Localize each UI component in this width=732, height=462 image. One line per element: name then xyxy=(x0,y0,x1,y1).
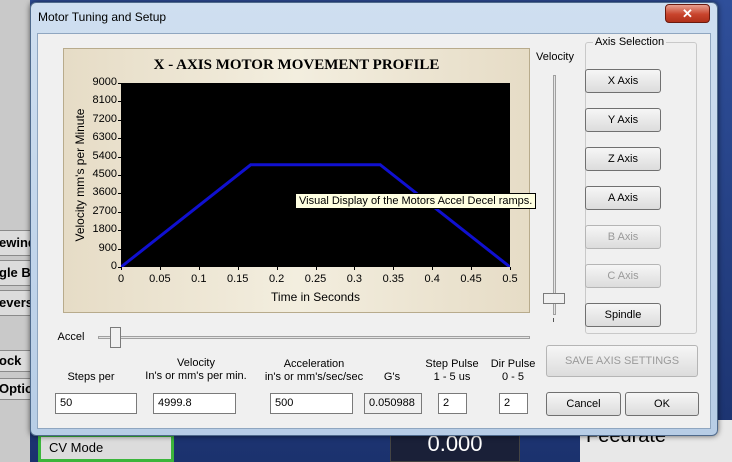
step-pulse-input[interactable]: 2 xyxy=(438,393,467,414)
velocity-profile-line xyxy=(121,163,510,267)
velocity-label: Velocity In's or mm's per min. xyxy=(143,357,249,383)
x-tick-mark xyxy=(237,267,239,270)
accel-slider-track xyxy=(98,336,530,339)
y-tick-mark xyxy=(118,119,121,121)
step-pulse-label-line1: Step Pulse xyxy=(425,358,479,370)
acceleration-label-line2: in's or mm's/sec/sec xyxy=(264,371,364,383)
y-tick-mark xyxy=(118,211,121,213)
accel-slider-thumb[interactable] xyxy=(110,327,121,348)
y-tick-label: 4500 xyxy=(92,168,117,180)
x-tick-mark xyxy=(393,267,395,270)
chart-xlabel: Time in Seconds xyxy=(271,290,360,304)
x-tick-label: 0.5 xyxy=(502,273,518,285)
x-axis-button[interactable]: X Axis xyxy=(585,69,661,93)
x-tick-mark xyxy=(315,267,317,270)
acceleration-label: Acceleration in's or mm's/sec/sec xyxy=(257,358,371,384)
steps-per-input[interactable]: 50 xyxy=(55,393,137,414)
save-axis-settings-button[interactable]: SAVE AXIS SETTINGS xyxy=(546,345,698,377)
x-tick-label: 0.35 xyxy=(382,273,404,285)
y-tick-mark xyxy=(118,156,121,158)
close-icon: ✕ xyxy=(682,6,693,21)
x-tick-label: 0.3 xyxy=(346,273,363,285)
background-button-reverse[interactable]: evers xyxy=(0,290,34,316)
c-axis-button[interactable]: C Axis xyxy=(585,264,661,288)
y-tick-mark xyxy=(118,230,121,232)
y-tick-label: 5400 xyxy=(92,149,117,162)
y-tick-mark xyxy=(118,83,121,84)
step-pulse-label: Step Pulse 1 - 5 us xyxy=(421,358,483,384)
x-tick-label: 0.25 xyxy=(304,273,327,285)
velocity-label-line2: In's or mm's per min. xyxy=(145,370,247,382)
background-button-block-delete[interactable]: ock xyxy=(0,350,34,372)
velocity-slider-track xyxy=(553,75,556,315)
x-tick-label: 0 xyxy=(117,273,125,285)
axis-selection-title: Axis Selection xyxy=(593,36,667,48)
velocity-slider-tick xyxy=(553,318,554,322)
chart-svg xyxy=(121,163,510,267)
step-pulse-label-line2: 1 - 5 us xyxy=(433,371,471,383)
velocity-input[interactable]: 4999.8 xyxy=(153,393,236,414)
y-tick-mark xyxy=(118,101,121,103)
y-tick-mark xyxy=(118,138,121,140)
y-tick-label: 900 xyxy=(98,241,117,254)
background-cv-mode[interactable]: CV Mode xyxy=(38,434,174,462)
acceleration-label-line1: Acceleration xyxy=(283,358,345,370)
gs-value: 0.050988 xyxy=(364,393,422,414)
cancel-button[interactable]: Cancel xyxy=(546,392,621,416)
x-tick-label: 0.2 xyxy=(268,273,285,285)
chart-tooltip: Visual Display of the Motors Accel Decel… xyxy=(295,193,537,209)
close-button[interactable]: ✕ xyxy=(665,4,710,23)
y-tick-mark xyxy=(118,175,121,176)
y-tick-label: 3600 xyxy=(92,186,117,199)
y-tick-label: 0 xyxy=(110,260,117,272)
gs-label: G's xyxy=(383,371,401,383)
x-tick-mark xyxy=(198,267,200,270)
y-tick-label: 9000 xyxy=(92,76,117,88)
dir-pulse-label-line2: 0 - 5 xyxy=(501,371,524,383)
dialog-title: Motor Tuning and Setup xyxy=(38,10,167,24)
x-tick-mark xyxy=(354,267,356,270)
y-tick-label: 6300 xyxy=(92,131,117,144)
background-button-optional-stop[interactable]: Optio xyxy=(0,378,34,400)
background-button-single-block[interactable]: gle B xyxy=(0,260,34,286)
dir-pulse-label-line1: Dir Pulse xyxy=(490,358,536,370)
chart-title: X - AXIS MOTOR MOVEMENT PROFILE xyxy=(153,57,440,73)
chart-plot-area xyxy=(121,83,510,267)
y-axis-button[interactable]: Y Axis xyxy=(585,108,661,132)
x-tick-label: 0.45 xyxy=(460,273,482,285)
y-tick-mark xyxy=(118,193,121,195)
x-tick-label: 0.1 xyxy=(191,273,207,285)
y-tick-label: 1800 xyxy=(92,223,117,236)
x-tick-mark xyxy=(432,267,434,270)
y-tick-mark xyxy=(118,248,121,250)
x-tick-mark xyxy=(471,267,473,270)
x-tick-mark xyxy=(276,267,278,270)
x-tick-label: 0.05 xyxy=(149,273,171,285)
dir-pulse-label: Dir Pulse 0 - 5 xyxy=(486,358,540,384)
a-axis-button[interactable]: A Axis xyxy=(585,186,661,210)
x-tick-label: 0.4 xyxy=(424,273,440,285)
velocity-slider-thumb[interactable] xyxy=(543,293,565,304)
b-axis-button[interactable]: B Axis xyxy=(585,225,661,249)
steps-per-label: Steps per xyxy=(67,371,115,383)
y-tick-label: 7200 xyxy=(92,112,117,125)
y-tick-label: 2700 xyxy=(92,204,117,217)
y-tick-label: 8100 xyxy=(92,94,117,107)
acceleration-input[interactable]: 500 xyxy=(270,393,353,414)
x-tick-mark xyxy=(510,267,511,270)
x-tick-mark xyxy=(159,267,161,270)
accel-slider-label: Accel xyxy=(57,331,85,343)
velocity-label-line1: Velocity xyxy=(177,357,215,369)
background-button-rewind[interactable]: ewind xyxy=(0,230,34,256)
dir-pulse-input[interactable]: 2 xyxy=(499,393,528,414)
z-axis-button[interactable]: Z Axis xyxy=(585,147,661,171)
spindle-button[interactable]: Spindle xyxy=(585,303,661,327)
velocity-slider-label: Velocity xyxy=(536,51,574,63)
x-tick-mark xyxy=(121,267,122,270)
ok-button[interactable]: OK xyxy=(625,392,699,416)
x-tick-label: 0.15 xyxy=(226,273,249,285)
